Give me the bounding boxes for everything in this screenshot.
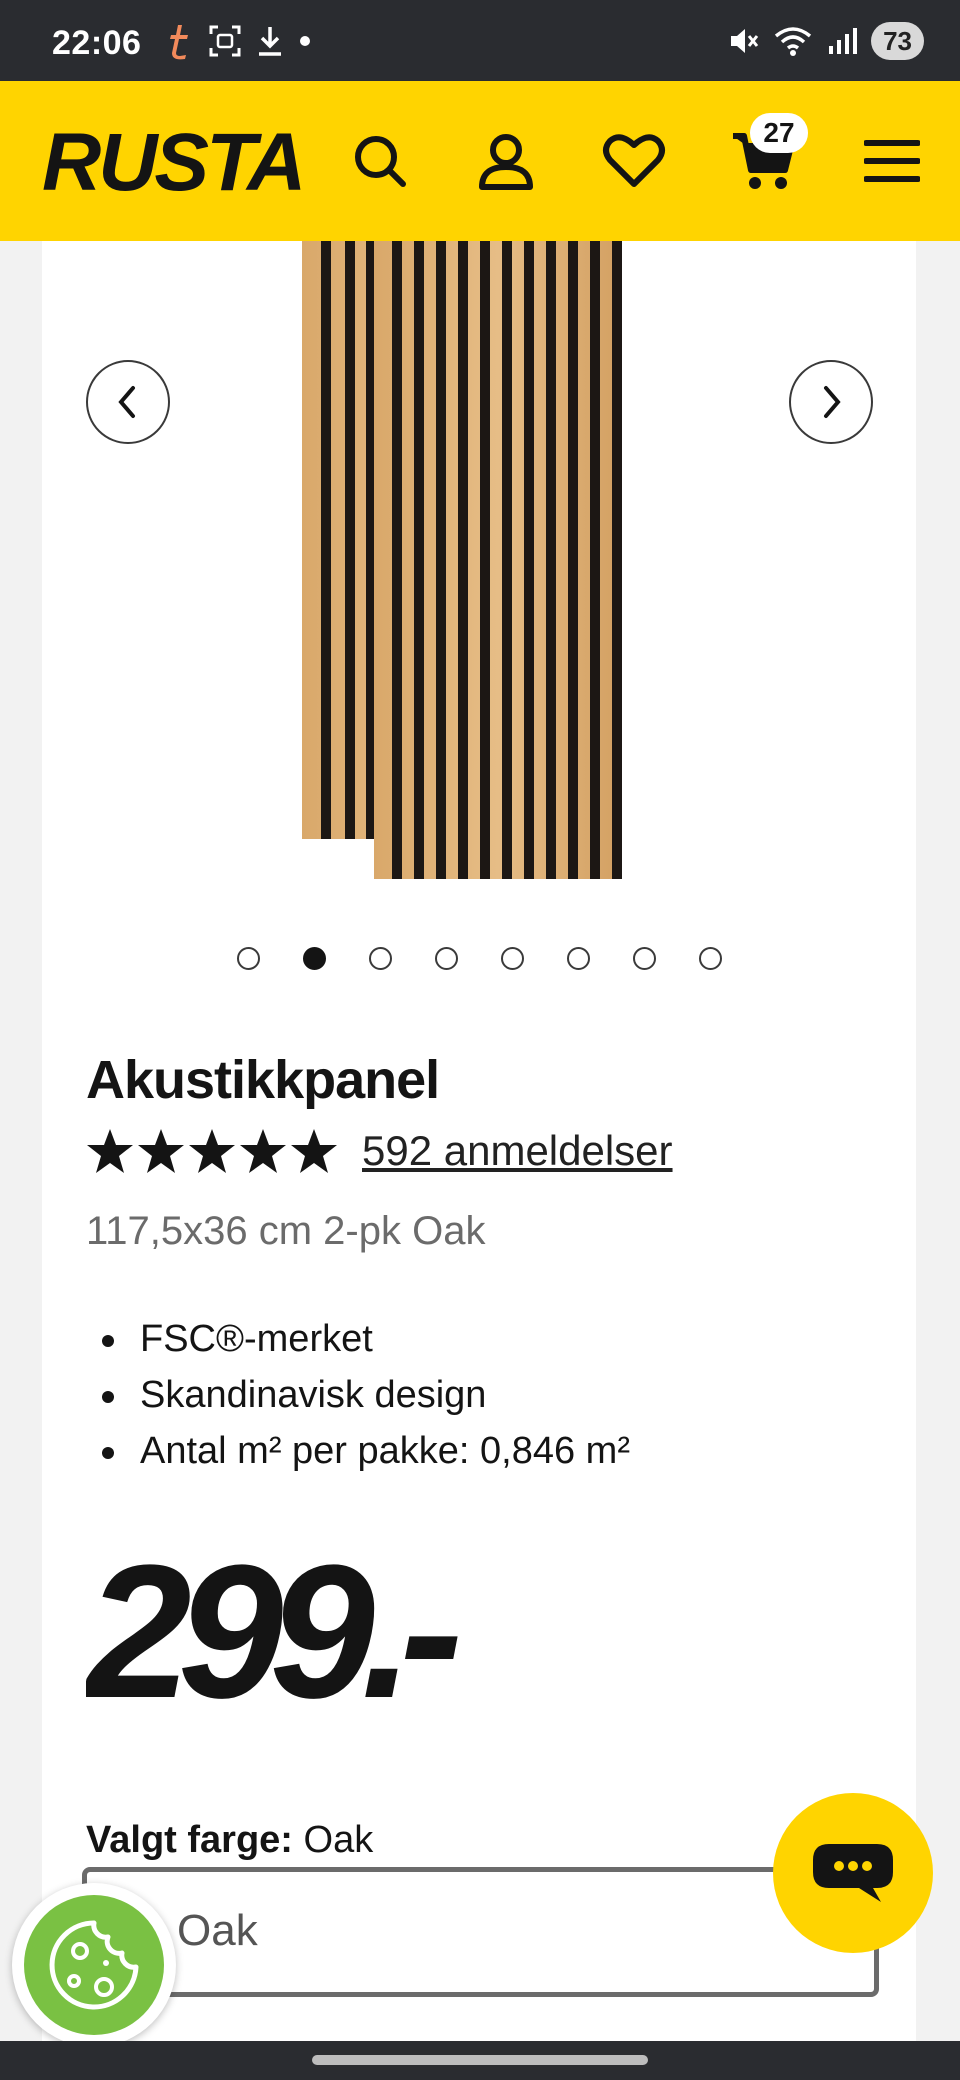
logo-text: RUSTA	[42, 117, 303, 207]
chevron-left-icon	[118, 386, 135, 418]
t-app-icon	[170, 25, 188, 60]
account-button[interactable]	[466, 121, 546, 201]
chat-bubble-icon	[813, 1844, 893, 1902]
status-icons-left	[168, 18, 312, 64]
dot-icon	[300, 36, 310, 46]
product-title: Akustikkpanel	[86, 1050, 440, 1110]
status-bar: 22:06 73	[0, 0, 960, 81]
cart-button[interactable]: 27	[724, 113, 808, 201]
cookie-settings-button[interactable]	[12, 1883, 176, 2047]
search-icon	[355, 136, 406, 187]
feature-item: FSC®-merket	[86, 1311, 630, 1367]
status-time: 22:06	[52, 24, 142, 62]
product-price: 299.-	[86, 1561, 472, 1721]
color-select-value: Oak	[177, 1906, 258, 1955]
gallery-pagination	[42, 947, 916, 970]
menu-icon	[864, 140, 920, 182]
star-icon	[189, 1129, 235, 1173]
color-label-value: Oak	[303, 1819, 374, 1861]
rusta-logo[interactable]: RUSTA	[40, 117, 320, 207]
product-variant: 117,5x36 cm 2-pk Oak	[86, 1209, 486, 1253]
heart-icon	[603, 134, 665, 187]
search-button[interactable]	[340, 121, 420, 201]
download-icon	[259, 27, 281, 56]
price-text: 299.-	[86, 1561, 458, 1721]
site-header: RUSTA 27	[0, 81, 960, 241]
pagination-dot[interactable]	[500, 947, 524, 970]
pagination-dot[interactable]	[434, 947, 458, 970]
wishlist-button[interactable]	[594, 121, 674, 201]
rating-stars	[86, 1128, 338, 1174]
menu-button[interactable]	[852, 121, 932, 201]
pagination-dot-active[interactable]	[302, 947, 326, 970]
pagination-dot[interactable]	[368, 947, 392, 970]
gallery-prev-button[interactable]	[86, 360, 170, 444]
selected-color-label: Valgt farge: Oak	[86, 1819, 373, 1862]
feature-item: Antal m² per pakke: 0,846 m²	[86, 1423, 630, 1479]
star-icon	[240, 1129, 286, 1173]
mute-icon	[731, 29, 759, 53]
account-icon	[479, 134, 533, 190]
cookie-icon	[24, 1895, 164, 2035]
reviews-link[interactable]: 592 anmeldelser	[362, 1127, 673, 1175]
chevron-right-icon	[824, 386, 841, 418]
wifi-icon	[774, 27, 812, 56]
pagination-dot[interactable]	[698, 947, 722, 970]
star-icon	[291, 1129, 337, 1173]
feature-list: FSC®-merket Skandinavisk design Antal m²…	[86, 1311, 630, 1479]
gallery-next-button[interactable]	[789, 360, 873, 444]
product-image[interactable]	[42, 241, 916, 931]
status-icons-right: 73	[727, 18, 924, 64]
color-select[interactable]: Oak	[82, 1867, 879, 1997]
star-icon	[138, 1129, 184, 1173]
pagination-dot[interactable]	[566, 947, 590, 970]
product-card: Akustikkpanel 592 anmeldelser 117,5x36 c…	[42, 241, 916, 2041]
home-handle[interactable]	[312, 2055, 648, 2065]
product-image-gallery[interactable]	[42, 241, 916, 931]
star-icon	[87, 1129, 133, 1173]
product-rating[interactable]: 592 anmeldelser	[86, 1127, 673, 1175]
pagination-dot[interactable]	[236, 947, 260, 970]
battery-indicator: 73	[871, 22, 924, 60]
signal-icon	[829, 28, 858, 54]
feature-item: Skandinavisk design	[86, 1367, 630, 1423]
color-label-key: Valgt farge:	[86, 1819, 293, 1861]
screenshot-icon	[209, 25, 241, 57]
chat-button[interactable]	[773, 1793, 933, 1953]
pagination-dot[interactable]	[632, 947, 656, 970]
system-nav-bar	[0, 2041, 960, 2080]
cart-count-badge: 27	[750, 113, 808, 153]
